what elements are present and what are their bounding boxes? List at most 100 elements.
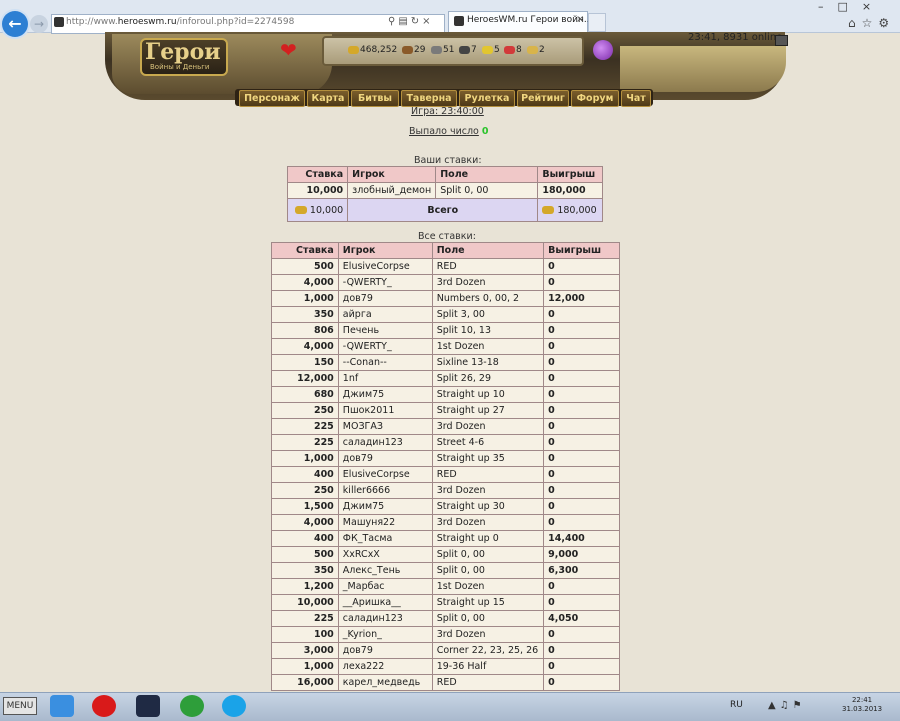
player-cell: МОЗГАЗ [337,418,433,435]
compat-icon[interactable]: ▤ [398,16,410,27]
address-bar-icons[interactable]: ⚲▤↻× [388,16,434,27]
address-url[interactable]: http://www.heroeswm.ru/inforoul.php?id=2… [66,17,294,27]
field-cell: Straight up 30 [431,498,545,515]
stake-cell: 4,000 [271,514,339,531]
win-cell: 0 [543,306,620,323]
table-row: 500 XxRCxX Split 0, 00 9,000 [271,546,620,563]
media-app-icon[interactable] [136,695,160,717]
field-cell: Split 0, 00 [435,182,539,199]
field-cell: Split 0, 00 [431,562,545,579]
player-cell: -QWERTY_ [337,274,433,291]
stake-cell: 4,000 [271,338,339,355]
system-clock[interactable]: 22:41 31.03.2013 [842,696,882,714]
player-cell: саладин123 [337,610,433,627]
nav-character[interactable]: Персонаж [239,90,305,107]
stake-cell: 225 [271,610,339,627]
col-header-field: Поле [431,242,545,259]
header-right-panel [620,46,786,92]
stake-cell: 1,000 [271,450,339,467]
nav-roulette[interactable]: Рулетка [459,90,515,107]
gold-icon [294,206,307,214]
stake-cell: 3,000 [271,642,339,659]
total-win-cell: 180,000 [537,198,603,222]
nav-battles[interactable]: Битвы [351,90,399,107]
player-cell: ElusiveCorpse [337,258,433,275]
network-icon[interactable]: ▲ [768,700,780,711]
tray-language[interactable]: RU [730,700,743,710]
table-row: 4,000 -QWERTY_ 1st Dozen 0 [271,338,620,355]
new-tab-button[interactable] [588,13,606,32]
close-icon[interactable]: × [422,16,433,27]
stake-cell: 10,000 [286,182,349,199]
stake-cell: 225 [271,418,339,435]
utorrent-icon[interactable] [180,695,204,717]
skype-icon[interactable] [222,695,246,717]
forward-arrow-icon[interactable]: → [30,15,48,33]
ie-browser-icon[interactable] [50,695,74,717]
stake-cell: 806 [271,322,339,339]
win-cell: 12,000 [543,290,620,307]
back-arrow-icon[interactable]: ← [2,11,28,37]
win-cell: 0 [543,450,620,467]
player-cell: ElusiveCorpse [337,466,433,483]
table-row: 806 Печень Split 10, 13 0 [271,322,620,339]
stake-cell: 350 [271,562,339,579]
resource-gold: 468,252 [348,45,397,55]
player-cell: дов79 [337,290,433,307]
player-cell: _Марбас [337,578,433,595]
maximize-icon[interactable]: □ [838,0,862,13]
nav-map[interactable]: Карта [307,90,349,107]
home-icon[interactable]: ⌂ [848,16,862,30]
search-icon[interactable]: ⚲ [388,16,398,27]
stake-cell: 12,000 [271,370,339,387]
win-cell: 180,000 [537,182,603,199]
player-cell: --Conan-- [337,354,433,371]
game-time-link[interactable]: Игра: 23:40:00 [411,106,484,117]
my-bets-caption: Ваши ставки: [414,155,482,166]
stake-cell: 150 [271,354,339,371]
total-label: Всего [347,198,539,222]
win-cell: 0 [543,674,620,691]
field-cell: RED [431,466,545,483]
nav-forum[interactable]: Форум [571,90,619,107]
health-heart-icon[interactable]: ❤ [280,38,297,62]
browser-tools[interactable]: ⌂☆⚙ [848,16,895,30]
stake-cell: 350 [271,306,339,323]
window-controls[interactable]: –□× [818,0,885,13]
stake-cell: 4,000 [271,274,339,291]
gear-icon[interactable]: ⚙ [878,16,895,30]
win-cell: 0 [543,498,620,515]
nav-chat[interactable]: Чат [621,90,651,107]
win-cell: 9,000 [543,546,620,563]
tray-icons[interactable]: ▲♫⚑ [768,700,806,711]
stake-cell: 250 [271,482,339,499]
crystal-icon [504,45,515,54]
nav-rating[interactable]: Рейтинг [517,90,569,107]
table-row: 250 Пшок2011 Straight up 27 0 [271,402,620,419]
refresh-icon[interactable]: ↻ [411,16,422,27]
tab-title[interactable]: HeroesWM.ru Герои войн... [467,15,592,25]
nav-tavern[interactable]: Таверна [401,90,457,107]
win-cell: 0 [543,466,620,483]
flag-icon[interactable]: ⚑ [793,700,806,711]
resource-wood: 29 [402,45,425,55]
result-label[interactable]: Выпало число [409,126,479,137]
win-cell: 0 [543,658,620,675]
window-close-icon[interactable]: × [862,0,885,13]
opera-icon[interactable] [92,695,116,717]
start-menu-button[interactable]: MENU [3,697,37,715]
col-header-field: Поле [435,166,539,183]
mail-icon[interactable] [775,35,788,46]
mana-potion-icon[interactable] [593,40,613,60]
tab-close-icon[interactable]: × [576,14,584,25]
minimize-icon[interactable]: – [818,0,838,13]
table-row: 3,000 дов79 Corner 22, 23, 25, 26 0 [271,642,620,659]
table-row: 10,000 __Аришка__ Straight up 15 0 [271,594,620,611]
win-cell: 0 [543,626,620,643]
win-cell: 0 [543,482,620,499]
table-row: 350 айрга Split 3, 00 0 [271,306,620,323]
resource-crystals: 8 [504,45,522,55]
favorites-star-icon[interactable]: ☆ [862,16,879,30]
win-cell: 0 [543,594,620,611]
volume-icon[interactable]: ♫ [780,700,793,711]
